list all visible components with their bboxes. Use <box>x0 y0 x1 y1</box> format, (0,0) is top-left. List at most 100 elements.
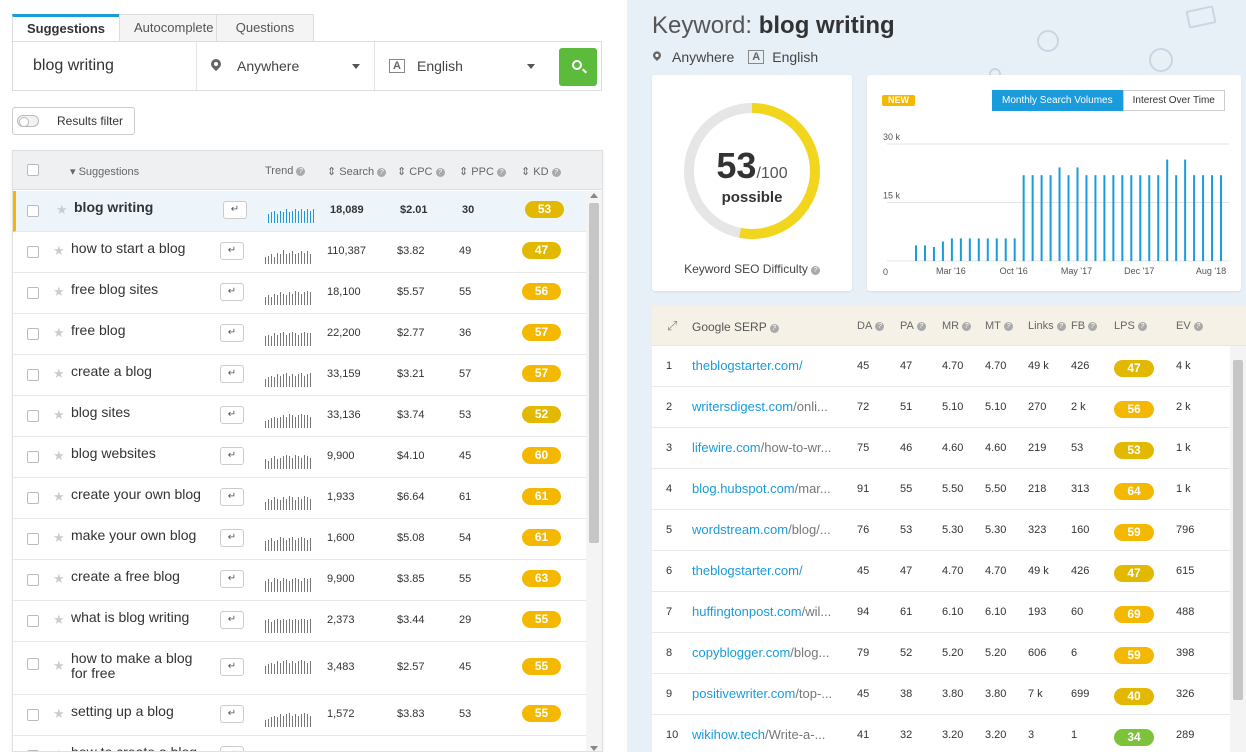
open-keyword-button[interactable]: ↵ <box>220 488 244 506</box>
header-search[interactable]: ⇕ Search? <box>327 165 387 178</box>
scroll-up-arrow[interactable] <box>590 193 598 198</box>
open-keyword-button[interactable]: ↵ <box>220 746 244 751</box>
table-row[interactable]: ★ what is blog writing ↵ 2,373 $3.44 29 55 <box>13 601 587 642</box>
header-lps[interactable]: LPS? <box>1114 320 1147 332</box>
scroll-down-arrow[interactable] <box>590 746 598 751</box>
row-checkbox[interactable] <box>27 533 39 545</box>
keyword-text[interactable]: what is blog writing <box>71 610 211 625</box>
open-keyword-button[interactable]: ↵ <box>220 658 244 676</box>
table-row[interactable]: ★ how to create a blog ↵ <box>13 736 587 752</box>
row-checkbox[interactable] <box>27 369 39 381</box>
open-keyword-button[interactable]: ↵ <box>220 242 244 260</box>
keyword-text[interactable]: make your own blog <box>71 528 211 543</box>
star-icon[interactable]: ★ <box>53 530 65 546</box>
language-select[interactable]: A English <box>375 42 549 90</box>
table-row[interactable]: ★ free blog sites ↵ 18,100 $5.57 55 56 <box>13 273 587 314</box>
open-keyword-button[interactable]: ↵ <box>220 529 244 547</box>
result-link[interactable]: copyblogger.com/blog... <box>692 645 842 660</box>
result-link[interactable]: wikihow.tech/Write-a-... <box>692 727 842 742</box>
keyword-text[interactable]: how to create a blog <box>71 745 211 752</box>
table-row[interactable]: ★ setting up a blog ↵ 1,572 $3.83 53 55 <box>13 695 587 736</box>
header-links[interactable]: Links? <box>1028 320 1066 332</box>
results-filter-toggle[interactable]: Results filter <box>12 107 135 135</box>
row-checkbox[interactable] <box>27 492 39 504</box>
header-ev[interactable]: EV? <box>1176 320 1203 332</box>
toggle-switch[interactable] <box>17 115 39 127</box>
keyword-text[interactable]: how to start a blog <box>71 241 211 256</box>
row-checkbox[interactable] <box>27 410 39 422</box>
star-icon[interactable]: ★ <box>53 366 65 382</box>
header-pa[interactable]: PA? <box>900 320 926 332</box>
star-icon[interactable]: ★ <box>53 407 65 423</box>
row-checkbox[interactable] <box>27 287 39 299</box>
tab-autocomplete[interactable]: Autocomplete <box>119 14 218 42</box>
result-link[interactable]: positivewriter.com/top-... <box>692 686 842 701</box>
keyword-text[interactable]: free blog <box>71 323 211 338</box>
table-row[interactable]: ★ blog writing ↵ 18,089 $2.01 30 53 <box>13 191 587 232</box>
table-row[interactable]: ★ free blog ↵ 22,200 $2.77 36 57 <box>13 314 587 355</box>
row-checkbox[interactable] <box>27 451 39 463</box>
header-ppc[interactable]: ⇕ PPC? <box>459 165 506 178</box>
keyword-text[interactable]: setting up a blog <box>71 704 211 719</box>
table-row[interactable]: ★ create your own blog ↵ 1,933 $6.64 61 61 <box>13 478 587 519</box>
star-icon[interactable]: ★ <box>53 448 65 464</box>
open-keyword-button[interactable]: ↵ <box>220 611 244 629</box>
star-icon[interactable]: ★ <box>53 706 65 722</box>
search-input[interactable]: blog writing <box>13 42 197 90</box>
serp-scrollbar[interactable] <box>1230 346 1246 752</box>
header-fb[interactable]: FB? <box>1071 320 1098 332</box>
open-keyword-button[interactable]: ↵ <box>220 365 244 383</box>
table-row[interactable]: ★ create a blog ↵ 33,159 $3.21 57 57 <box>13 355 587 396</box>
select-all-checkbox[interactable] <box>27 164 39 176</box>
keyword-text[interactable]: how to make a blog for free <box>71 651 211 681</box>
search-button[interactable] <box>559 48 597 86</box>
row-checkbox[interactable] <box>27 246 39 258</box>
star-icon[interactable]: ★ <box>53 658 65 674</box>
location-select[interactable]: Anywhere <box>197 42 375 90</box>
row-checkbox[interactable] <box>27 205 39 217</box>
header-mr[interactable]: MR? <box>942 320 972 332</box>
header-trend[interactable]: Trend? <box>265 165 306 177</box>
open-keyword-button[interactable]: ↵ <box>220 705 244 723</box>
table-row[interactable]: ★ how to start a blog ↵ 110,387 $3.82 49 47 <box>13 232 587 273</box>
result-link[interactable]: blog.hubspot.com/mar... <box>692 481 842 496</box>
star-icon[interactable]: ★ <box>53 571 65 587</box>
header-kd[interactable]: ⇕ KD? <box>521 165 561 178</box>
star-icon[interactable]: ★ <box>53 325 65 341</box>
keyword-text[interactable]: create a blog <box>71 364 211 379</box>
expand-icon[interactable]: ⤢ <box>667 318 677 334</box>
keyword-text[interactable]: create a free blog <box>71 569 211 584</box>
star-icon[interactable]: ★ <box>53 489 65 505</box>
star-icon[interactable]: ★ <box>53 284 65 300</box>
help-icon[interactable]: ? <box>810 266 820 275</box>
tab-suggestions[interactable]: Suggestions <box>12 14 121 42</box>
keyword-text[interactable]: free blog sites <box>71 282 211 297</box>
result-link[interactable]: wordstream.com/blog/... <box>692 522 842 537</box>
open-keyword-button[interactable]: ↵ <box>220 406 244 424</box>
open-keyword-button[interactable]: ↵ <box>223 201 247 219</box>
scrollbar-thumb[interactable] <box>1233 360 1243 700</box>
table-row[interactable]: ★ make your own blog ↵ 1,600 $5.08 54 61 <box>13 519 587 560</box>
open-keyword-button[interactable]: ↵ <box>220 324 244 342</box>
row-checkbox[interactable] <box>27 658 39 670</box>
header-mt[interactable]: MT? <box>985 320 1013 332</box>
open-keyword-button[interactable]: ↵ <box>220 283 244 301</box>
header-suggestions[interactable]: ▾ Suggestions <box>70 165 139 178</box>
scrollbar-thumb[interactable] <box>589 203 599 543</box>
tab-questions[interactable]: Questions <box>216 14 315 42</box>
result-link[interactable]: huffingtonpost.com/wil... <box>692 604 842 619</box>
keyword-text[interactable]: blog writing <box>74 200 214 215</box>
row-checkbox[interactable] <box>27 328 39 340</box>
star-icon[interactable]: ★ <box>56 202 68 218</box>
star-icon[interactable]: ★ <box>53 243 65 259</box>
keyword-text[interactable]: blog sites <box>71 405 211 420</box>
row-checkbox[interactable] <box>27 615 39 627</box>
open-keyword-button[interactable]: ↵ <box>220 447 244 465</box>
keyword-text[interactable]: blog websites <box>71 446 211 461</box>
open-keyword-button[interactable]: ↵ <box>220 570 244 588</box>
result-link[interactable]: writersdigest.com/onli... <box>692 399 842 414</box>
table-row[interactable]: ★ blog websites ↵ 9,900 $4.10 45 60 <box>13 437 587 478</box>
table-row[interactable]: ★ blog sites ↵ 33,136 $3.74 53 52 <box>13 396 587 437</box>
table-row[interactable]: ★ create a free blog ↵ 9,900 $3.85 55 63 <box>13 560 587 601</box>
header-cpc[interactable]: ⇕ CPC? <box>397 165 445 178</box>
